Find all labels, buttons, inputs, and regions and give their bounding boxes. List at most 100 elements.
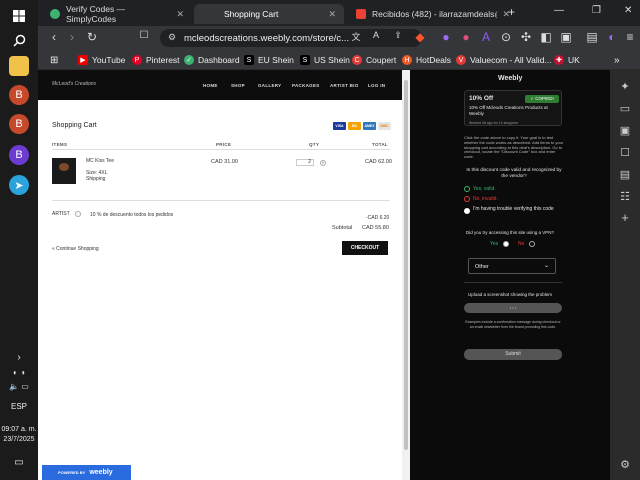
side-panel-icon[interactable]: ▤ xyxy=(584,30,600,44)
offer-card[interactable]: 10% Off ✓ COPIED! 10% Off Mcleods Creati… xyxy=(464,90,562,126)
extension-icon-3[interactable]: A xyxy=(478,30,494,44)
vpn-yes-label: Yes xyxy=(490,241,499,247)
question-valid: Is this discount code valid and recogniz… xyxy=(466,168,562,179)
remove-item-icon[interactable]: ✕ xyxy=(320,160,326,166)
nav-shop[interactable]: SHOP xyxy=(231,83,245,88)
extension-icon-2[interactable]: ● xyxy=(458,30,474,44)
search-icon[interactable] xyxy=(9,30,29,50)
profile-icon[interactable]: ◐ xyxy=(604,30,620,44)
bookmark-icon[interactable]: ☐ xyxy=(136,30,152,41)
menu-icon[interactable]: ≡ xyxy=(622,30,638,44)
brave-browser-icon-2[interactable]: B xyxy=(9,114,29,134)
notification-icon[interactable]: ▭ xyxy=(0,457,38,468)
bookmark-coupert[interactable]: C Coupert xyxy=(352,53,396,67)
vpn-no-label: No xyxy=(518,241,525,247)
bookmark-pinterest[interactable]: P Pinterest xyxy=(132,53,180,67)
add-panel-icon[interactable]: + xyxy=(618,210,632,225)
reader-mode-icon[interactable]: A xyxy=(368,30,384,40)
site-logo[interactable]: McLeod's Creations xyxy=(52,81,96,87)
radio-trouble[interactable] xyxy=(464,208,470,214)
screenshot-icon[interactable]: ▣ xyxy=(558,30,574,44)
more-bookmarks-icon[interactable]: » xyxy=(614,53,620,67)
nav-artist-bio[interactable]: ARTIST BIO xyxy=(330,83,359,88)
sidebar-toggle-icon[interactable]: ◧ xyxy=(538,30,554,44)
site-info-icon[interactable]: ⚙ xyxy=(168,32,176,43)
discount-code: ARTIST xyxy=(52,211,70,217)
extension-icon-1[interactable]: ● xyxy=(438,30,454,44)
nav-home[interactable]: HOME xyxy=(203,83,218,88)
brave-browser-icon[interactable]: B xyxy=(9,85,29,105)
label-invalid[interactable]: No, invalid. xyxy=(473,196,498,202)
bookmark-valuecom[interactable]: V Valuecom - All Valid... xyxy=(456,53,551,67)
quantity-input[interactable]: 2 xyxy=(296,159,314,166)
nav-packages[interactable]: PACKAGES xyxy=(292,83,320,88)
clock-time[interactable]: 09:07 a. m. xyxy=(0,426,38,433)
bookmarks-bar: ⊞ ▶ YouTube P Pinterest ✓ Dashboard S EU She… xyxy=(38,50,640,70)
submit-button[interactable]: Submit xyxy=(464,349,562,360)
product-name[interactable]: MC Kiss Tee xyxy=(86,158,114,164)
wallet-icon[interactable]: ▣ xyxy=(618,124,632,138)
brave-shields-icon[interactable]: ◆ xyxy=(412,30,428,44)
product-thumbnail[interactable] xyxy=(52,158,76,184)
divider xyxy=(464,282,562,283)
label-valid[interactable]: Yes, valid. xyxy=(473,186,496,192)
tray-icons[interactable]: ◐ ◑ xyxy=(0,368,38,377)
visa-card-icon: VISA xyxy=(333,122,346,130)
telegram-icon[interactable]: ➤ xyxy=(9,175,29,195)
tab-shopping-cart[interactable]: Shopping Cart ✕ xyxy=(194,4,344,24)
share-icon[interactable]: ⇪ xyxy=(390,30,406,41)
translate-icon[interactable]: 文 xyxy=(348,30,364,43)
powered-by-weebly-badge[interactable]: POWERED BY weebly xyxy=(42,465,131,480)
chevron-up-icon[interactable]: › xyxy=(0,352,38,363)
uk-icon: ✚ xyxy=(554,55,564,65)
minimize-button[interactable]: — xyxy=(554,5,564,16)
sparkle-icon[interactable]: ✦ xyxy=(618,80,632,94)
tab-gmail[interactable]: Recibidos (482) - ilarrazamdeals@gm ✕ xyxy=(348,4,518,24)
radio-invalid[interactable] xyxy=(464,196,470,202)
bookmark-uk[interactable]: ✚ UK xyxy=(554,53,580,67)
new-tab-button[interactable]: + xyxy=(508,5,515,19)
page-scrollbar-thumb[interactable] xyxy=(404,80,408,450)
upload-button[interactable]: • • • xyxy=(464,303,562,313)
maximize-button[interactable]: ❐ xyxy=(592,5,601,16)
remove-discount-icon[interactable] xyxy=(75,211,81,217)
close-icon[interactable]: ✕ xyxy=(176,9,184,20)
reload-icon[interactable]: ↻ xyxy=(84,30,100,44)
continue-shopping-link[interactable]: « Continue Shopping xyxy=(52,246,99,252)
clock-date[interactable]: 23/7/2025 xyxy=(0,436,38,443)
nav-log-in[interactable]: LOG IN xyxy=(368,83,385,88)
checkout-button[interactable]: CHECKOUT xyxy=(342,241,388,255)
forward-icon[interactable]: › xyxy=(64,30,80,44)
history-icon[interactable]: ▤ xyxy=(618,168,632,182)
media-icon[interactable]: ▭ xyxy=(618,102,632,116)
bookmark-hotdeals[interactable]: H HotDeals xyxy=(402,53,451,67)
vpn-no-radio[interactable] xyxy=(529,241,535,247)
label-trouble[interactable]: I'm having trouble verifying this code xyxy=(473,206,563,212)
copied-badge[interactable]: ✓ COPIED! xyxy=(525,95,559,103)
problem-select[interactable]: Other ⌄ xyxy=(468,258,556,274)
brave-browser-icon-3[interactable]: B xyxy=(9,145,29,165)
bookmark-eu-shein[interactable]: S EU Shein xyxy=(244,53,294,67)
extension-icon-4[interactable]: ⊙ xyxy=(498,30,514,44)
file-explorer-icon[interactable] xyxy=(9,56,29,76)
extensions-puzzle-icon[interactable]: ✣ xyxy=(518,30,534,44)
shein-icon: S xyxy=(244,55,254,65)
apps-grid-icon[interactable]: ⊞ xyxy=(50,53,58,67)
bookmark-youtube[interactable]: ▶ YouTube xyxy=(78,53,125,67)
windows-start-icon[interactable] xyxy=(9,6,29,26)
language-indicator[interactable]: ESP xyxy=(0,402,38,411)
close-window-button[interactable]: ✕ xyxy=(624,5,632,16)
close-icon[interactable]: ✕ xyxy=(328,9,336,20)
vpn-yes-radio[interactable] xyxy=(503,241,509,247)
reading-list-icon[interactable]: ☷ xyxy=(618,190,632,204)
back-icon[interactable]: ‹ xyxy=(46,30,62,44)
bookmark-dashboard[interactable]: ✓ Dashboard xyxy=(184,53,240,67)
bookmarks-icon[interactable]: ☐ xyxy=(618,146,632,160)
windows-taskbar: B B B ➤ › ◐ ◑ 🔈 ▭ ESP 09:07 a. m. 23/7/2… xyxy=(0,0,38,480)
nav-gallery[interactable]: GALLERY xyxy=(258,83,281,88)
settings-gear-icon[interactable]: ⚙ xyxy=(618,458,632,472)
bookmark-us-shein[interactable]: S US Shein xyxy=(300,53,350,67)
volume-icon[interactable]: 🔈 ▭ xyxy=(0,382,38,391)
tab-verify-codes[interactable]: Verify Codes — SimplyCodes ✕ xyxy=(42,4,192,24)
radio-valid[interactable] xyxy=(464,186,470,192)
